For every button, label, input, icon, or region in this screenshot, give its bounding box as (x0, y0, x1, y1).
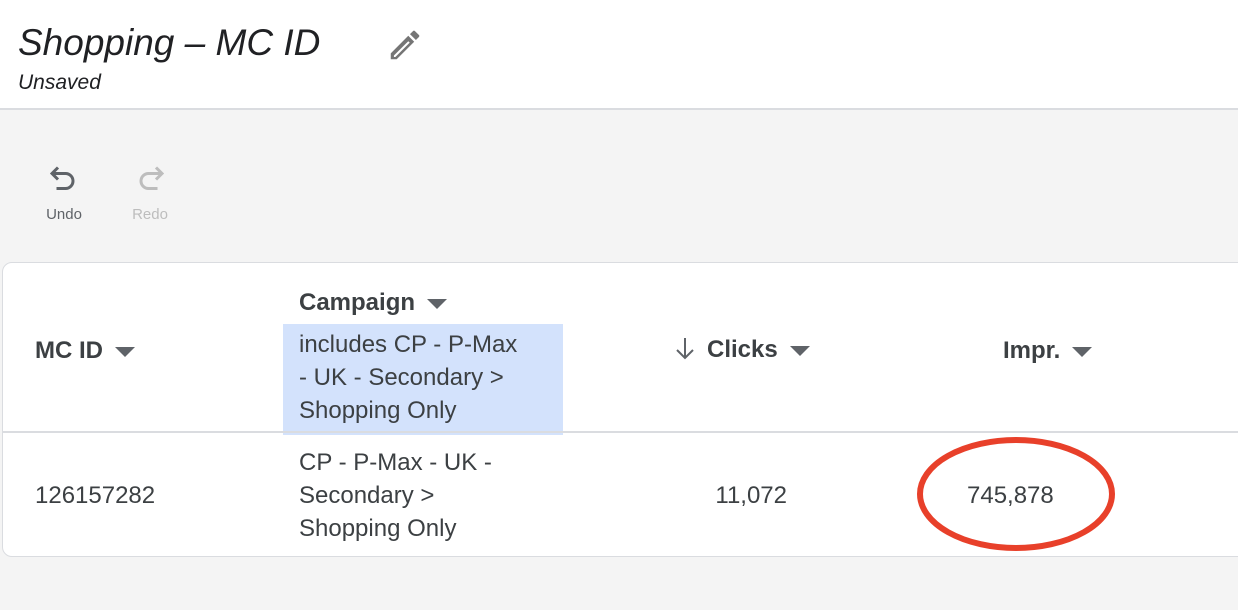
column-label: Campaign (299, 289, 416, 316)
column-header-campaign[interactable]: Campaign (299, 289, 448, 317)
sort-descending-arrow-icon[interactable] (673, 336, 697, 362)
redo-icon (139, 166, 165, 190)
redo-label: Redo (132, 206, 168, 223)
filter-text: includes CP - P-Max (299, 331, 518, 358)
undo-icon (49, 166, 75, 190)
highlight-circle (917, 437, 1115, 551)
dropdown-triangle-icon[interactable] (427, 298, 448, 309)
cell-campaign: CP - P-Max - UK - Secondary > Shopping O… (299, 446, 492, 545)
column-header-clicks[interactable]: Clicks (673, 336, 810, 364)
column-label: Clicks (707, 336, 778, 363)
campaign-filter-chip[interactable]: includes CP - P-Max - UK - Secondary > S… (283, 324, 563, 435)
column-header-impr[interactable]: Impr. (1003, 337, 1093, 365)
dropdown-triangle-icon[interactable] (115, 346, 135, 357)
filter-text: - UK - Secondary > (299, 364, 504, 391)
report-title: Shopping – MC ID (18, 22, 321, 63)
pencil-icon[interactable] (386, 26, 424, 64)
cell-mc-id: 126157282 (35, 482, 156, 509)
undo-button[interactable]: Undo (34, 160, 94, 223)
data-table: MC ID Campaign includes CP - P-Max - UK … (2, 262, 1238, 557)
undo-label: Undo (46, 206, 82, 223)
cell-text: CP - P-Max - UK - (299, 449, 492, 476)
redo-button[interactable]: Redo (120, 160, 180, 223)
column-label: MC ID (35, 337, 103, 364)
cell-clicks: 11,072 (715, 482, 787, 509)
column-header-mc-id[interactable]: MC ID (35, 337, 135, 365)
filter-text: Shopping Only (299, 397, 457, 424)
save-status: Unsaved (18, 71, 101, 94)
cell-text: Secondary > (299, 482, 435, 509)
cell-text: Shopping Only (299, 515, 457, 542)
report-header: Shopping – MC ID Unsaved (0, 0, 1238, 110)
column-label: Impr. (1003, 337, 1061, 364)
dropdown-triangle-icon[interactable] (789, 345, 810, 356)
dropdown-triangle-icon[interactable] (1072, 346, 1093, 357)
